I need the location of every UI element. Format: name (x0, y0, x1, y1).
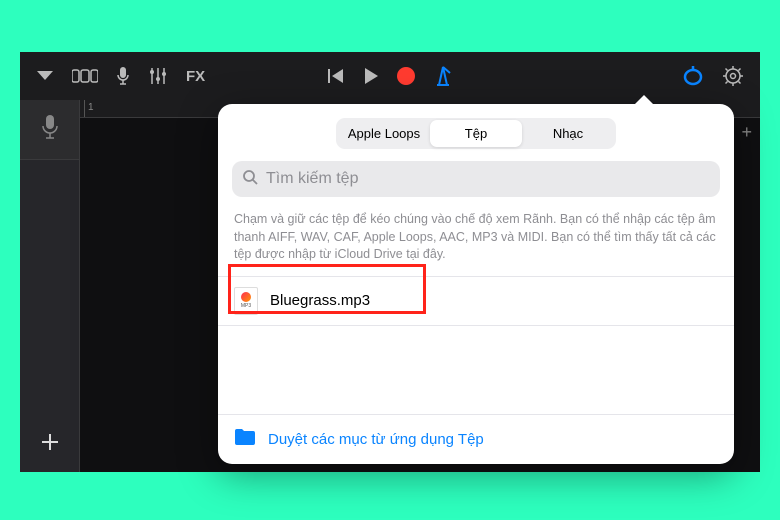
mic-track-icon (41, 114, 59, 145)
search-input[interactable] (266, 170, 710, 188)
tab-music[interactable]: Nhạc (522, 120, 614, 147)
transport-controls (327, 65, 453, 87)
toolbar: FX (20, 52, 760, 100)
track-sidebar (20, 100, 80, 472)
audio-file-icon: MP3 (234, 287, 258, 315)
folder-icon (234, 428, 256, 451)
track-view-button[interactable] (72, 68, 98, 84)
loop-browser-popover: Apple Loops Tệp Nhạc Chạm và giữ các tệp… (218, 104, 734, 464)
fx-button[interactable]: FX (186, 68, 205, 85)
play-button[interactable] (363, 67, 379, 85)
record-button[interactable] (397, 67, 415, 85)
tab-files[interactable]: Tệp (430, 120, 522, 147)
add-track-button[interactable] (20, 412, 80, 472)
settings-button[interactable] (722, 65, 744, 87)
rewind-button[interactable] (327, 67, 345, 85)
metronome-button[interactable] (433, 65, 453, 87)
source-segmented-control: Apple Loops Tệp Nhạc (336, 118, 616, 149)
loop-browser-button[interactable] (682, 65, 704, 87)
browse-files-label: Duyệt các mục từ ứng dụng Tệp (268, 431, 484, 448)
tab-apple-loops[interactable]: Apple Loops (338, 120, 430, 147)
toolbar-right (682, 65, 744, 87)
search-icon (242, 169, 258, 190)
record-icon (397, 67, 415, 85)
file-row[interactable]: MP3 Bluegrass.mp3 (218, 276, 734, 326)
track-header-audio[interactable] (20, 100, 79, 160)
file-name-label: Bluegrass.mp3 (270, 292, 370, 309)
add-section-button[interactable]: + (741, 122, 752, 143)
view-menu-button[interactable] (36, 70, 54, 82)
microphone-icon[interactable] (116, 66, 130, 86)
hint-text: Chạm và giữ các tệp để kéo chúng vào chế… (234, 211, 718, 264)
file-list: MP3 Bluegrass.mp3 (218, 276, 734, 415)
mixer-icon[interactable] (148, 66, 168, 86)
search-bar[interactable] (232, 161, 720, 197)
toolbar-left: FX (36, 66, 205, 86)
ruler-mark-1: 1 (88, 102, 94, 113)
browse-files-footer[interactable]: Duyệt các mục từ ứng dụng Tệp (218, 414, 734, 464)
